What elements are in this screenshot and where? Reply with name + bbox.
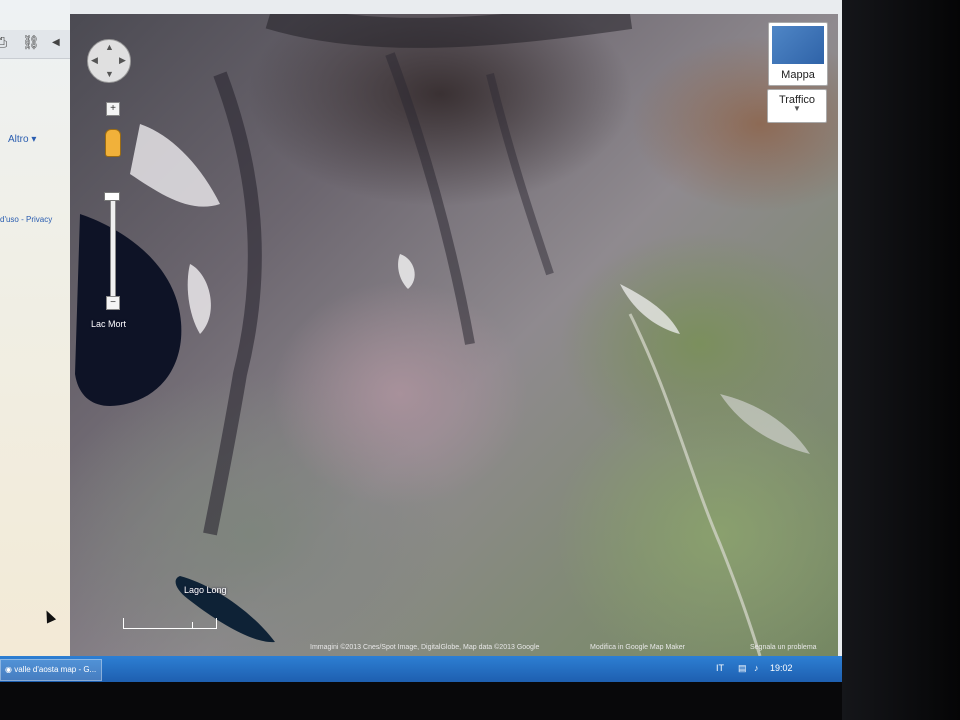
zoom-out-button[interactable]: − xyxy=(106,296,120,310)
place-label-lac-mort[interactable]: Lac Mort xyxy=(91,319,126,329)
scale-bar-tick xyxy=(192,622,193,628)
terms-privacy-link[interactable]: d'uso - Privacy xyxy=(0,215,52,224)
browser-icon: ◉ xyxy=(5,665,12,674)
pan-left-icon[interactable]: ◀ xyxy=(91,55,98,66)
traffic-button[interactable]: Traffico ▼ xyxy=(767,89,827,123)
satellite-map[interactable]: ▲ ▼ ◀ ▶ + − Mappa Traffico ▼ Lac Mort La… xyxy=(70,14,838,656)
link-icon[interactable]: ⛓ xyxy=(22,34,40,51)
map-thumbnail-icon xyxy=(772,26,824,64)
pan-control[interactable]: ▲ ▼ ◀ ▶ xyxy=(87,39,131,83)
system-clock[interactable]: 19:02 xyxy=(770,663,793,673)
map-type-label: Mappa xyxy=(781,69,815,81)
zoom-in-button[interactable]: + xyxy=(106,102,120,116)
monitor-bezel xyxy=(842,0,960,720)
collapse-panel-icon[interactable]: ◀ xyxy=(52,37,60,48)
place-label-lago-long[interactable]: Lago Long xyxy=(184,585,227,595)
edit-in-map-maker-link[interactable]: Modifica in Google Map Maker xyxy=(590,644,685,651)
report-problem-link[interactable]: Segnala un problema xyxy=(750,644,817,651)
imagery-attribution: Immagini ©2013 Cnes/Spot Image, DigitalG… xyxy=(310,644,540,651)
monitor-screen: ⎙ ⛓ ◀ Altro ▾ d'uso - Privacy ▲ ▼ ◀ ▶ + … xyxy=(0,0,842,682)
pegman-icon[interactable] xyxy=(105,129,121,157)
network-icon[interactable]: ▤ xyxy=(738,663,747,674)
scale-bar xyxy=(123,618,217,629)
more-link-label: Altro xyxy=(8,134,29,145)
more-link[interactable]: Altro ▾ xyxy=(8,134,36,145)
mouse-cursor-icon xyxy=(41,608,57,624)
taskbar-window-button[interactable]: ◉ valle d'aosta map - G... xyxy=(0,659,102,681)
zoom-slider[interactable] xyxy=(110,192,116,302)
pan-right-icon[interactable]: ▶ xyxy=(119,55,126,66)
language-icon[interactable]: IT xyxy=(716,663,724,673)
chevron-down-icon: ▾ xyxy=(31,134,37,145)
zoom-slider-handle[interactable] xyxy=(104,192,120,201)
taskbar: ◉ valle d'aosta map - G... IT ▤ ♪ 19:02 xyxy=(0,656,842,682)
terrain-imagery xyxy=(75,14,810,656)
panel-toolbar: ⎙ ⛓ ◀ xyxy=(0,30,70,59)
pan-up-icon[interactable]: ▲ xyxy=(105,42,114,52)
volume-icon[interactable]: ♪ xyxy=(754,663,759,673)
print-icon[interactable]: ⎙ xyxy=(0,34,7,51)
left-panel: ⎙ ⛓ ◀ Altro ▾ d'uso - Privacy xyxy=(0,0,70,656)
monitor-bezel-bottom xyxy=(0,682,842,720)
chevron-down-icon: ▼ xyxy=(793,104,801,113)
map-type-button[interactable]: Mappa xyxy=(768,22,828,86)
pan-down-icon[interactable]: ▼ xyxy=(105,69,114,79)
taskbar-window-title: valle d'aosta map - G... xyxy=(14,665,97,674)
